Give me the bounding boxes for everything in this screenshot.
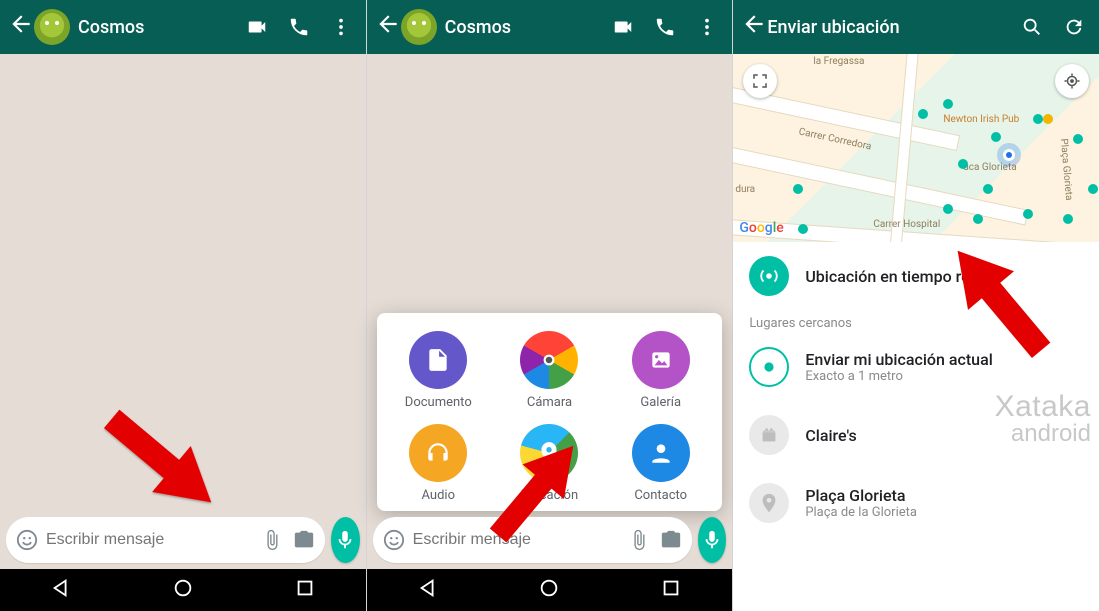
- video-call-icon[interactable]: [612, 16, 634, 38]
- place-claires-label: Claire's: [805, 426, 856, 445]
- map-poi-side: Plaça Glorieta: [1058, 138, 1074, 201]
- location-list: Ubicación en tiempo real Lugares cercano…: [733, 242, 1099, 611]
- map-fullscreen-icon[interactable]: [743, 64, 777, 98]
- nearby-places-label: Lugares cercanos: [733, 310, 1099, 333]
- send-current-location[interactable]: Enviar mi ubicación actual Exacto a 1 me…: [733, 333, 1099, 401]
- refresh-icon[interactable]: [1063, 16, 1085, 38]
- map-poi-glorieta: aca Glorieta: [963, 162, 1016, 173]
- voice-call-icon[interactable]: [288, 16, 310, 38]
- header-actions: [246, 16, 358, 38]
- location-header: Enviar ubicación: [733, 0, 1099, 54]
- nav-recent-icon[interactable]: [294, 577, 316, 603]
- android-navbar: [0, 569, 366, 611]
- avatar[interactable]: [34, 9, 70, 45]
- place-glorieta-title: Plaça Glorieta: [805, 486, 917, 505]
- current-location-title: Enviar mi ubicación actual: [805, 350, 992, 369]
- screen-attach: Cosmos Documento Cámara Galería Audio: [367, 0, 734, 611]
- nav-back-icon[interactable]: [50, 577, 72, 603]
- search-icon[interactable]: [1021, 16, 1043, 38]
- map-poi-newton: Newton Irish Pub: [943, 114, 1019, 125]
- voice-call-icon[interactable]: [654, 16, 676, 38]
- message-input-row: [6, 517, 360, 563]
- nav-home-icon[interactable]: [172, 577, 194, 603]
- emoji-icon[interactable]: [14, 527, 40, 553]
- attach-contact[interactable]: Contacto: [605, 424, 716, 503]
- map-label-corredora: Carrer Corredora: [798, 126, 873, 152]
- live-location-button[interactable]: Ubicación en tiempo real: [733, 242, 1099, 310]
- chat-header: Cosmos: [0, 0, 366, 54]
- place-claires[interactable]: Claire's: [733, 401, 1099, 469]
- current-location-sub: Exacto a 1 metro: [805, 369, 992, 384]
- emoji-icon[interactable]: [381, 527, 407, 553]
- chat-header: Cosmos: [367, 0, 733, 54]
- screen-chat: Cosmos: [0, 0, 367, 611]
- attach-camera-label: Cámara: [527, 395, 572, 410]
- live-location-label: Ubicación en tiempo real: [805, 267, 982, 286]
- attach-gallery[interactable]: Galería: [605, 331, 716, 410]
- header-actions: [612, 16, 724, 38]
- location-title: Enviar ubicación: [767, 17, 1021, 38]
- chat-title[interactable]: Cosmos: [445, 17, 613, 38]
- message-input[interactable]: [413, 531, 620, 549]
- mic-button[interactable]: [698, 517, 727, 563]
- menu-dots-icon[interactable]: [330, 16, 352, 38]
- place-glorieta-sub: Plaça de la Glorieta: [805, 505, 917, 520]
- map-label-fregassa: la Fregassa: [813, 56, 864, 67]
- map[interactable]: la Fregassa Carrer Corredora Carrer Hosp…: [733, 54, 1099, 242]
- camera-icon[interactable]: [291, 527, 317, 553]
- back-icon[interactable]: [741, 11, 767, 43]
- attach-audio[interactable]: Audio: [383, 424, 494, 503]
- place-glorieta[interactable]: Plaça Glorieta Plaça de la Glorieta: [733, 469, 1099, 537]
- video-call-icon[interactable]: [246, 16, 268, 38]
- back-icon[interactable]: [375, 11, 401, 43]
- message-input-pill: [6, 517, 325, 563]
- screen-location: Enviar ubicación la Fregassa Carrer Corr…: [733, 0, 1100, 611]
- avatar[interactable]: [401, 9, 437, 45]
- attach-document-label: Documento: [405, 395, 472, 410]
- attach-document[interactable]: Documento: [383, 331, 494, 410]
- attach-icon[interactable]: [259, 527, 285, 553]
- attach-icon[interactable]: [626, 527, 652, 553]
- message-input-pill: [373, 517, 692, 563]
- message-input[interactable]: [46, 531, 253, 549]
- nav-recent-icon[interactable]: [660, 577, 682, 603]
- attach-location[interactable]: Ubicación: [494, 424, 605, 503]
- attach-audio-label: Audio: [422, 488, 455, 503]
- attachment-sheet: Documento Cámara Galería Audio Ubicación…: [377, 313, 723, 511]
- nav-home-icon[interactable]: [538, 577, 560, 603]
- google-logo: Google: [739, 220, 783, 236]
- attach-location-label: Ubicación: [521, 488, 578, 503]
- back-icon[interactable]: [8, 11, 34, 43]
- attach-camera[interactable]: Cámara: [494, 331, 605, 410]
- menu-dots-icon[interactable]: [696, 16, 718, 38]
- map-label-dura: dura: [735, 184, 755, 195]
- map-mylocation-icon[interactable]: [1055, 64, 1089, 98]
- header-actions: [1021, 16, 1091, 38]
- attach-gallery-label: Galería: [640, 395, 681, 410]
- map-label-hospital: Carrer Hospital: [873, 219, 940, 230]
- mic-button[interactable]: [331, 517, 360, 563]
- map-user-location-dot: [1003, 149, 1015, 161]
- attach-contact-label: Contacto: [634, 488, 687, 503]
- message-input-row: [373, 517, 727, 563]
- nav-back-icon[interactable]: [417, 577, 439, 603]
- camera-icon[interactable]: [658, 527, 684, 553]
- android-navbar: [367, 569, 733, 611]
- chat-title[interactable]: Cosmos: [78, 17, 246, 38]
